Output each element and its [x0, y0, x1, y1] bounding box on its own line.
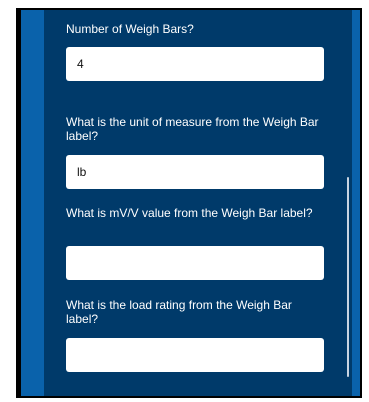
unit-of-measure-input[interactable] [66, 155, 324, 189]
load-rating-input[interactable] [66, 338, 324, 372]
right-accent-strip [352, 10, 360, 396]
mv-per-v-input[interactable] [66, 246, 324, 280]
load-rating-label: What is the load rating from the Weigh B… [66, 298, 292, 326]
scrollbar[interactable] [347, 177, 349, 377]
unit-of-measure-label: What is the unit of measure from the Wei… [66, 115, 319, 143]
weigh-bars-count-input[interactable] [66, 47, 324, 81]
weigh-bars-count-label: Number of Weigh Bars? [66, 22, 194, 36]
left-accent-strip [21, 10, 44, 396]
mv-per-v-label: What is mV/V value from the Weigh Bar la… [66, 206, 313, 220]
